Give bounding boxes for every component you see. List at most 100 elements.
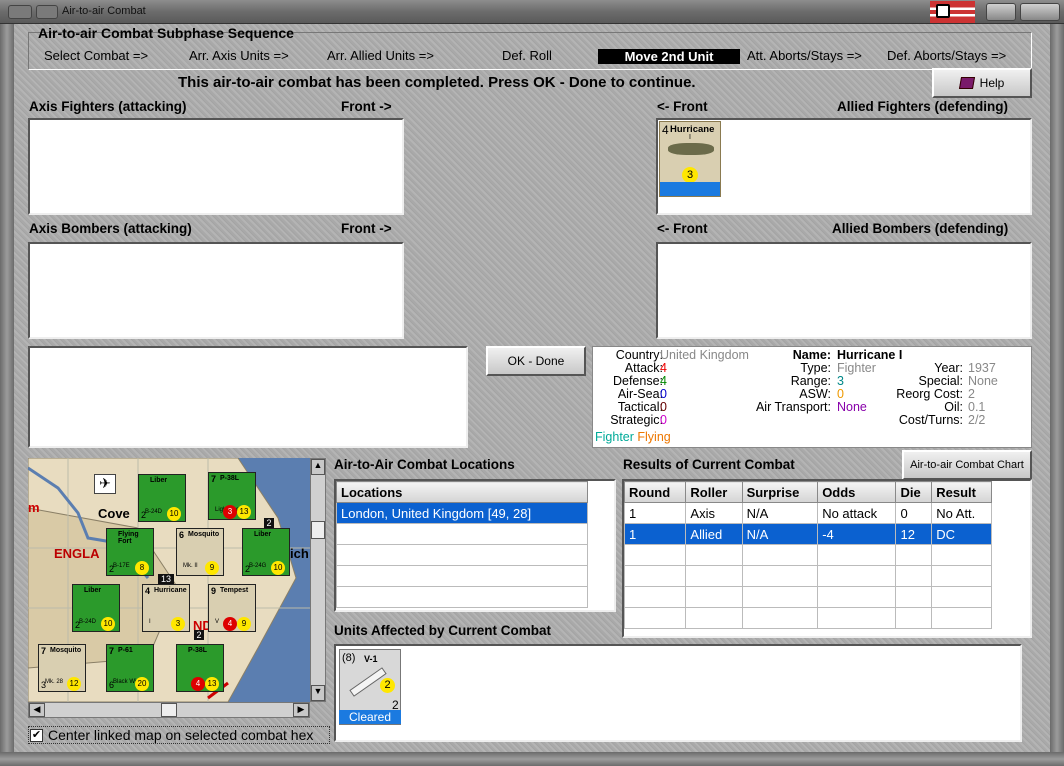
affected-units-box: (8) V-1 2 2 Cleared [334,644,1022,742]
phase-arr-axis: Arr. Axis Units => [189,48,289,63]
counter-value-c: 2 [141,510,147,520]
cross-icon [936,4,950,18]
axis-fighters-label: Axis Fighters (attacking) [29,99,187,114]
strategic-value: 0 [660,413,667,427]
map-unit-counter[interactable]: Liber B-24D 10 2 [72,584,120,632]
counter-sub: B-17E [113,563,130,569]
counter-value-a: 13 [205,677,219,691]
counter-value-c: 2 [109,564,115,574]
map-unit-counter[interactable]: 4 Hurricane I 3 [142,584,190,632]
center-map-checkbox[interactable]: ✔ [30,728,43,742]
col-roller: Roller [685,481,743,503]
col-odds: Odds [817,481,897,503]
axis-fighters-box[interactable] [28,118,404,215]
allied-bombers-front: <- Front [657,221,708,236]
unit-info-panel: Country: Attack: Defense: Air-Sea: Tacti… [592,346,1032,448]
counter-value-a: 20 [135,677,149,691]
v1-value: 2 [380,678,395,693]
air-transport-label: Air Transport: [755,400,831,414]
allied-fighters-label: Allied Fighters (defending) [837,99,1008,114]
allied-bombers-box[interactable] [656,242,1032,339]
plane-icon [668,143,714,155]
map-unit-counter[interactable]: 7 P-61 Black Widow 20 6 [106,644,154,692]
counter-value-b: 4 [191,677,205,691]
scroll-down-icon[interactable]: ▼ [311,685,325,701]
counter-mark: I [689,134,691,141]
help-button[interactable]: Help [932,68,1032,98]
cell: N/A [741,523,819,545]
window-frame-bottom [0,752,1064,766]
subphase-title: Air-to-air Combat Subphase Sequence [38,25,294,41]
map-unit-counter[interactable]: 9 Tempest V 9 4 [208,584,256,632]
counter-value-a: 10 [167,507,181,521]
counter-range: 3 [682,167,698,183]
stack-number-1: 2 [264,518,274,528]
ok-done-button[interactable]: OK - Done [486,346,586,376]
counter-top: 7 [211,474,217,484]
combat-chart-button[interactable]: Air-to-air Combat Chart [902,450,1032,480]
vertical-scroll-thumb[interactable] [311,521,325,539]
locations-title: Air-to-Air Combat Locations [334,457,515,472]
allied-fighters-box[interactable]: 4 Hurricane I 3 [656,118,1032,215]
counter-selection-bar [660,182,720,196]
counter-name: Liber [84,587,102,594]
table-row[interactable]: 1 Axis N/A No attack 0 No Att. [623,502,992,524]
locations-row[interactable]: London, United Kingdom [49, 28] [336,502,588,524]
cost-label: Cost/Turns: [898,413,963,427]
strategic-label: Strategic: [610,413,663,427]
system-menu-icon[interactable] [8,5,32,19]
cell: 12 [895,523,933,545]
counter-sub: Mk. 28 [45,679,64,685]
map-unit-counter[interactable]: 6 Mosquito Mk. II 9 [176,528,224,576]
map-unit-counter[interactable]: 7 Mosquito Mk. 28 12 3 [38,644,86,692]
counter-value-a: 9 [237,617,251,631]
counter-sub: B-24G [249,563,267,569]
linked-map[interactable]: m Cove ENGLA ich ND ✈ Liber B-24D 10 2 7 P-38… [28,458,310,702]
counter-sub: B-24D [79,619,97,625]
map-unit-counter[interactable]: P-38L 13 4 [176,644,224,692]
counter-value-a: 10 [101,617,115,631]
scroll-right-icon[interactable]: ▶ [293,703,309,717]
map-vertical-scrollbar[interactable]: ▲ ▼ [310,458,326,702]
locations-list[interactable]: Locations London, United Kingdom [49, 28… [334,479,616,612]
map-unit-counter[interactable]: Liber B-24G 10 2 [242,528,290,576]
map-unit-counter[interactable]: Flying Fort B-17E 8 2 [106,528,154,576]
table-row[interactable]: 1 Allied N/A -4 12 DC [623,523,992,545]
axis-bombers-label: Axis Bombers (attacking) [29,221,192,236]
map-unit-counter[interactable]: Liber B-24D 10 2 [138,474,186,522]
allied-bombers-label: Allied Bombers (defending) [832,221,1009,236]
horizontal-scroll-thumb[interactable] [161,703,177,717]
counter-name: Tempest [220,587,249,594]
map-unit-counter[interactable]: 7P-38LLightning133 [208,472,256,520]
counter-top: 7 [41,646,47,656]
hurricane-counter[interactable]: 4 Hurricane I 3 [659,121,721,197]
col-surprise: Surprise [741,481,819,503]
airfield-icon: ✈ [94,474,116,494]
center-map-label: Center linked map on selected combat hex [48,727,314,743]
cell: DC [931,523,992,545]
cell: 1 [623,502,687,524]
help-label: Help [979,76,1005,90]
axis-bombers-box[interactable] [28,242,404,339]
counter-sub: I [149,619,151,625]
scroll-left-icon[interactable]: ◀ [29,703,45,717]
restore-icon[interactable] [36,5,58,19]
close-button[interactable] [1020,3,1060,21]
map-label-england: ENGLA [54,546,100,561]
map-horizontal-scrollbar[interactable]: ◀ ▶ [28,702,310,718]
map-label-ich: ich [290,546,309,561]
counter-top: 7 [109,646,115,656]
cost-value: 2/2 [968,413,986,427]
status-message: This air-to-air combat has been complete… [178,74,696,91]
counter-value-c: 2 [75,620,81,630]
axis-bombers-front: Front -> [341,221,392,236]
counter-value-c: 3 [41,680,47,690]
counter-attack: 4 [662,123,669,137]
scroll-up-icon[interactable]: ▲ [311,459,325,475]
minimize-button[interactable] [986,3,1016,21]
phase-def-roll: Def. Roll [502,48,552,63]
counter-name: Liber [254,531,272,538]
center-map-checkbox-row[interactable]: ✔ Center linked map on selected combat h… [28,726,330,744]
counter-value-c: 6 [109,680,115,690]
counter-sub: B-24D [145,509,163,515]
